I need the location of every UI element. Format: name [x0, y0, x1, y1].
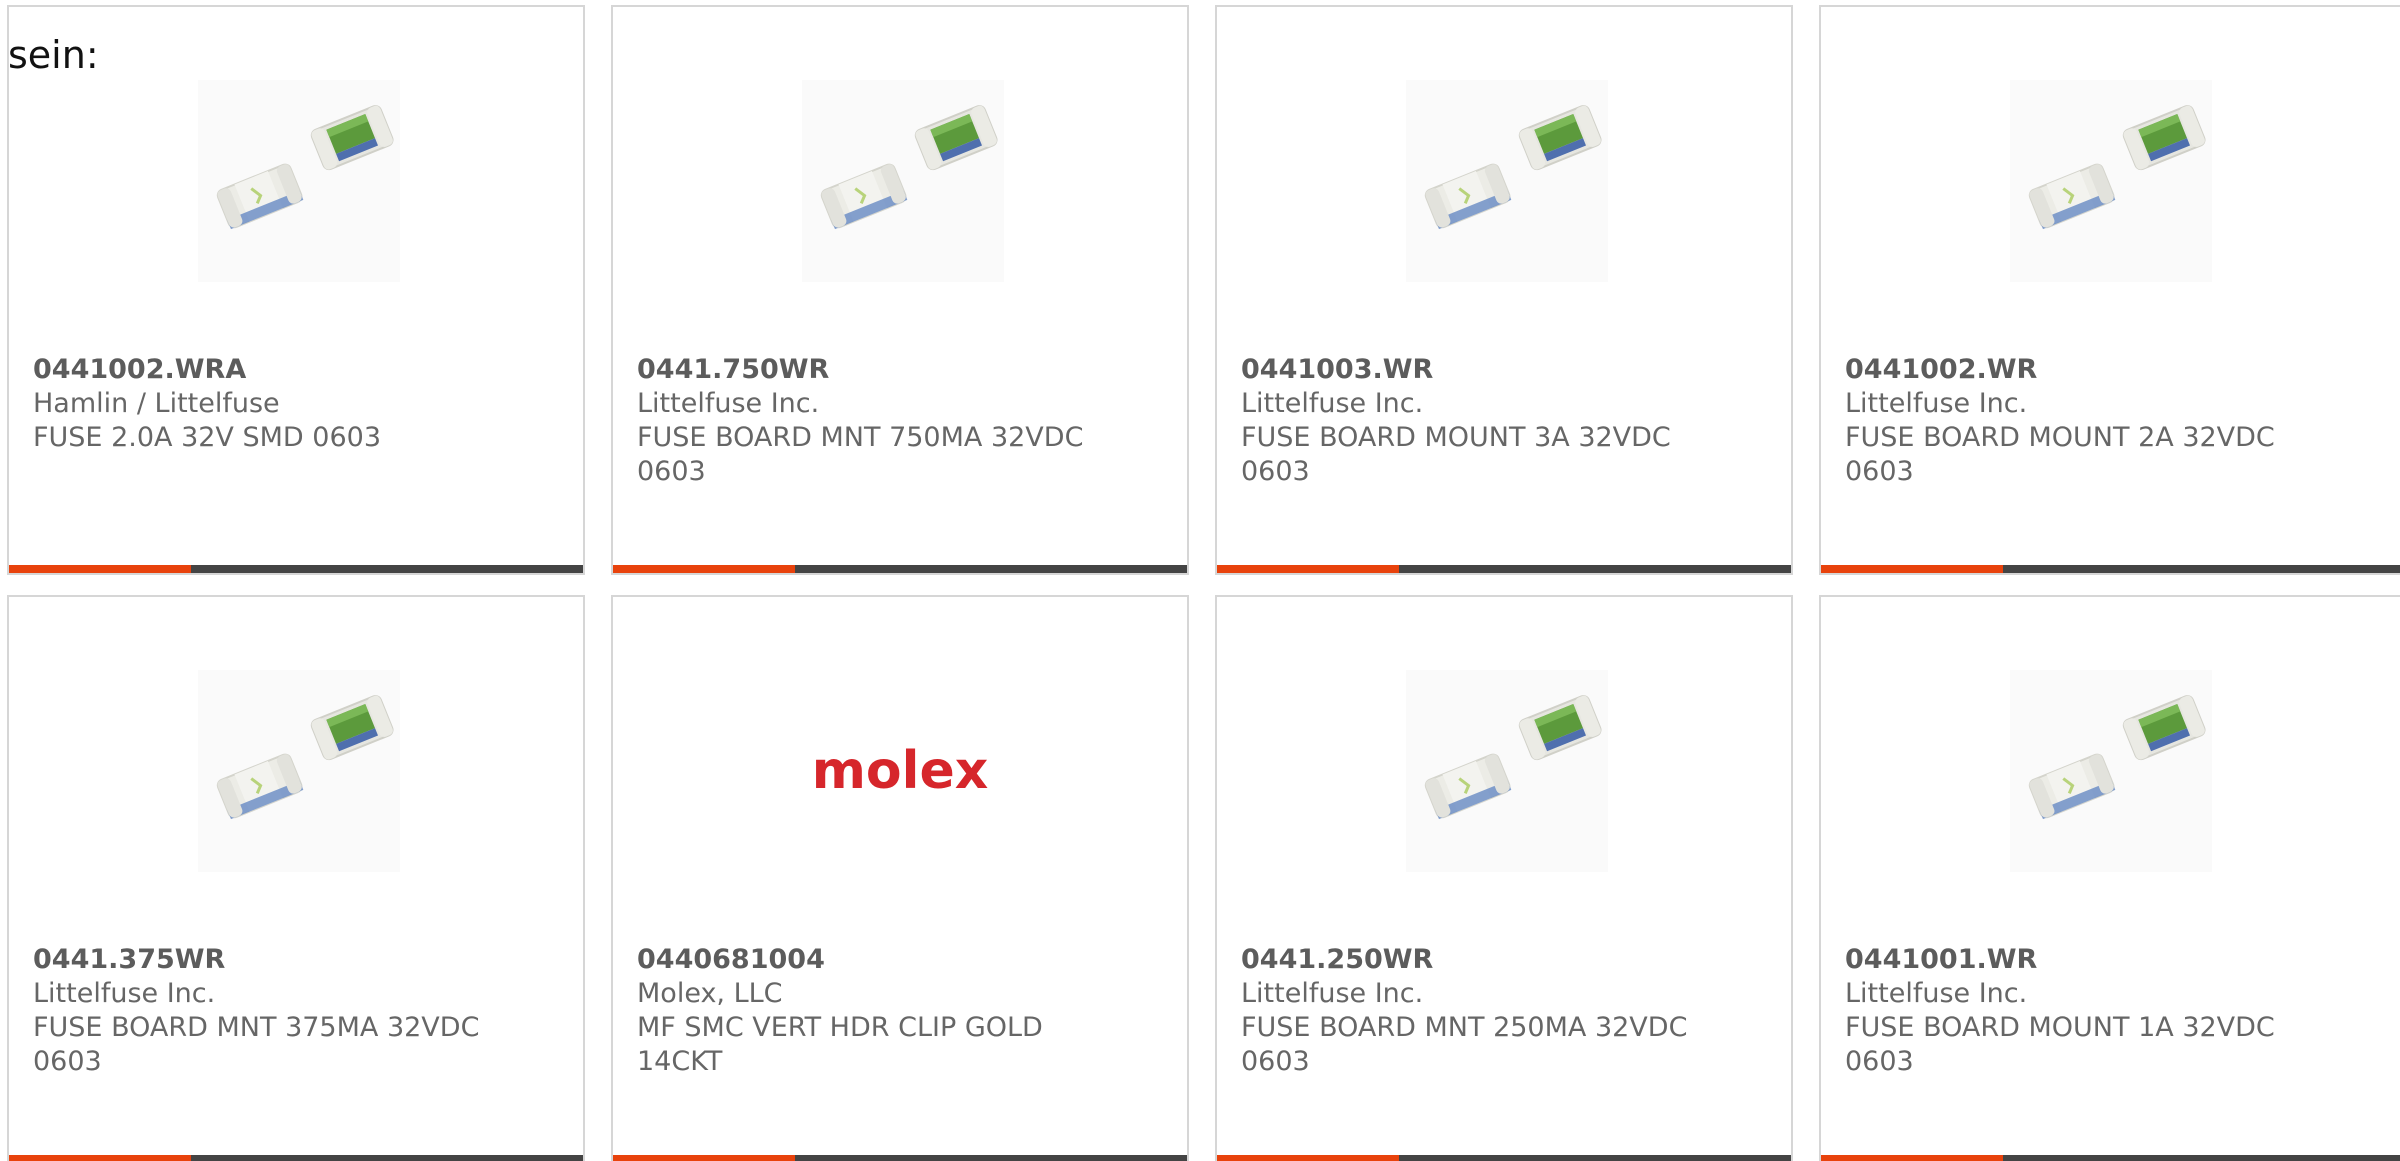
description: FUSE 2.0A 32V SMD 0603: [33, 422, 381, 453]
manufacturer: Littelfuse Inc.: [33, 978, 216, 1009]
card-accent-bar: [1217, 565, 1399, 573]
product-card[interactable]: 0441003.WR Littelfuse Inc. FUSE BOARD MO…: [1215, 5, 1793, 575]
card-footer-bar: [9, 1155, 583, 1161]
manufacturer: Littelfuse Inc.: [1845, 978, 2028, 1009]
product-info: 0441.750WR Littelfuse Inc. FUSE BOARD MN…: [637, 353, 1097, 489]
product-card[interactable]: 0441002.WRA Hamlin / Littelfuse FUSE 2.0…: [7, 5, 585, 575]
card-accent-bar: [1821, 1155, 2003, 1161]
card-accent-bar: [613, 1155, 795, 1161]
description: FUSE BOARD MOUNT 3A 32VDC 0603: [1241, 422, 1671, 487]
part-number-link[interactable]: 0441002.WRA: [33, 353, 493, 387]
manufacturer: Hamlin / Littelfuse: [33, 388, 280, 419]
card-footer-bar: [9, 565, 583, 573]
card-accent-bar: [9, 1155, 191, 1161]
product-info: 0441001.WR Littelfuse Inc. FUSE BOARD MO…: [1845, 943, 2305, 1079]
card-accent-bar: [613, 565, 795, 573]
card-footer-bar: [1821, 565, 2400, 573]
molex-logo[interactable]: molex: [802, 670, 1004, 872]
card-footer-bar: [1217, 565, 1791, 573]
product-card[interactable]: molex 0440681004 Molex, LLC MF SMC VERT …: [611, 595, 1189, 1161]
part-number-link[interactable]: 0441.375WR: [33, 943, 493, 977]
intro-text: sein:: [8, 33, 99, 77]
description: FUSE BOARD MNT 750MA 32VDC 0603: [637, 422, 1084, 487]
manufacturer: Littelfuse Inc.: [637, 388, 820, 419]
product-card[interactable]: 0441001.WR Littelfuse Inc. FUSE BOARD MO…: [1819, 595, 2400, 1161]
description: FUSE BOARD MOUNT 1A 32VDC 0603: [1845, 1012, 2275, 1077]
manufacturer: Littelfuse Inc.: [1241, 978, 1424, 1009]
product-card[interactable]: 0441002.WR Littelfuse Inc. FUSE BOARD MO…: [1819, 5, 2400, 575]
card-footer-bar: [1821, 1155, 2400, 1161]
card-accent-bar: [1217, 1155, 1399, 1161]
card-footer-bar: [613, 565, 1187, 573]
smd-fuse-image[interactable]: [198, 80, 400, 282]
smd-fuse-image[interactable]: [2010, 80, 2212, 282]
smd-fuse-image[interactable]: [198, 670, 400, 872]
product-info: 0440681004 Molex, LLC MF SMC VERT HDR CL…: [637, 943, 1097, 1079]
description: FUSE BOARD MOUNT 2A 32VDC 0603: [1845, 422, 2275, 487]
part-number-link[interactable]: 0441001.WR: [1845, 943, 2305, 977]
molex-logo-text: molex: [812, 741, 989, 801]
product-info: 0441.250WR Littelfuse Inc. FUSE BOARD MN…: [1241, 943, 1701, 1079]
card-footer-bar: [1217, 1155, 1791, 1161]
manufacturer: Littelfuse Inc.: [1845, 388, 2028, 419]
smd-fuse-image[interactable]: [802, 80, 1004, 282]
product-grid-page: sein: 0441002.WRA Hamlin / Littelfuse FU…: [0, 0, 2400, 1161]
part-number-link[interactable]: 0440681004: [637, 943, 1097, 977]
smd-fuse-image[interactable]: [1406, 670, 1608, 872]
product-info: 0441003.WR Littelfuse Inc. FUSE BOARD MO…: [1241, 353, 1701, 489]
part-number-link[interactable]: 0441002.WR: [1845, 353, 2305, 387]
description: FUSE BOARD MNT 375MA 32VDC 0603: [33, 1012, 480, 1077]
card-accent-bar: [1821, 565, 2003, 573]
part-number-link[interactable]: 0441.250WR: [1241, 943, 1701, 977]
product-info: 0441002.WR Littelfuse Inc. FUSE BOARD MO…: [1845, 353, 2305, 489]
part-number-link[interactable]: 0441.750WR: [637, 353, 1097, 387]
description: FUSE BOARD MNT 250MA 32VDC 0603: [1241, 1012, 1688, 1077]
product-info: 0441.375WR Littelfuse Inc. FUSE BOARD MN…: [33, 943, 493, 1079]
manufacturer: Molex, LLC: [637, 978, 783, 1009]
card-accent-bar: [9, 565, 191, 573]
part-number-link[interactable]: 0441003.WR: [1241, 353, 1701, 387]
smd-fuse-image[interactable]: [1406, 80, 1608, 282]
product-card[interactable]: 0441.375WR Littelfuse Inc. FUSE BOARD MN…: [7, 595, 585, 1161]
manufacturer: Littelfuse Inc.: [1241, 388, 1424, 419]
smd-fuse-image[interactable]: [2010, 670, 2212, 872]
product-card[interactable]: 0441.750WR Littelfuse Inc. FUSE BOARD MN…: [611, 5, 1189, 575]
product-info: 0441002.WRA Hamlin / Littelfuse FUSE 2.0…: [33, 353, 493, 455]
card-footer-bar: [613, 1155, 1187, 1161]
description: MF SMC VERT HDR CLIP GOLD 14CKT: [637, 1012, 1043, 1077]
product-card[interactable]: 0441.250WR Littelfuse Inc. FUSE BOARD MN…: [1215, 595, 1793, 1161]
